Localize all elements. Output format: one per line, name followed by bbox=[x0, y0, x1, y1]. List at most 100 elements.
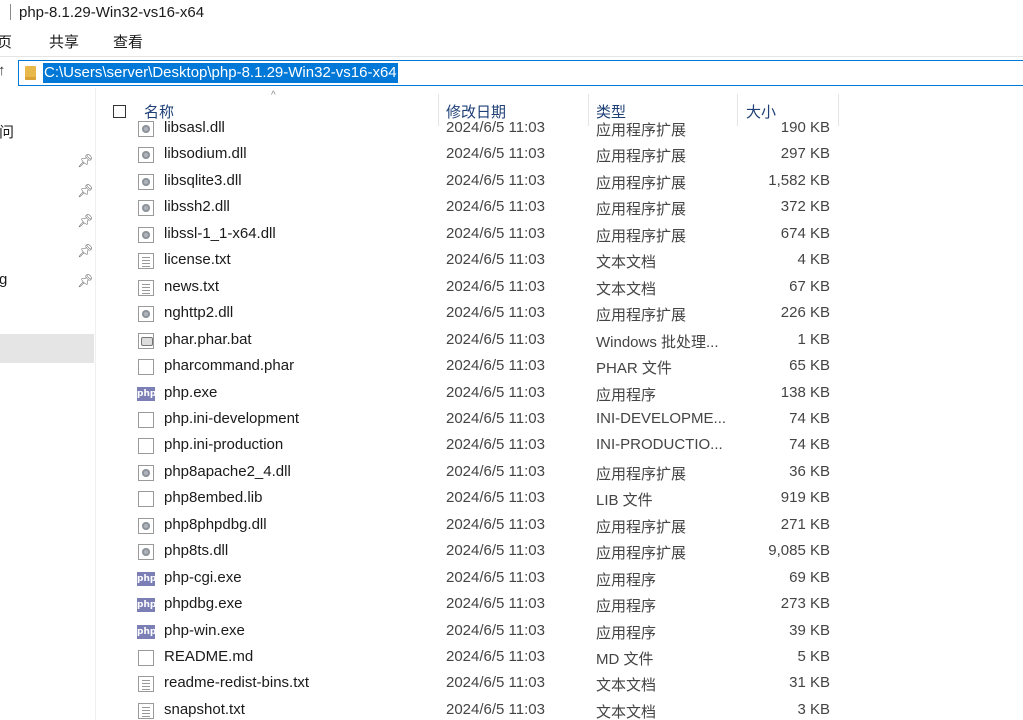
dll-file-icon bbox=[138, 121, 154, 137]
file-size: 3 KB bbox=[797, 700, 830, 718]
file-type: 文本文档 bbox=[596, 254, 657, 272]
file-row[interactable]: php php-win.exe 2024/6/5 11:03 应用程序 39 KB bbox=[96, 619, 1023, 645]
file-name: readme-redist-bins.txt bbox=[164, 674, 310, 692]
file-date: 2024/6/5 11:03 bbox=[446, 542, 545, 560]
file-name: php-cgi.exe bbox=[164, 568, 242, 586]
file-date: 2024/6/5 11:03 bbox=[446, 489, 545, 507]
file-row[interactable]: news.txt 2024/6/5 11:03 文本文档 67 KB bbox=[96, 275, 1023, 301]
file-type: 应用程序扩展 bbox=[596, 545, 687, 563]
file-row[interactable]: php8ts.dll 2024/6/5 11:03 应用程序扩展 9,085 KB bbox=[96, 539, 1023, 565]
title-separator bbox=[10, 4, 11, 20]
nav-item-label: 问 bbox=[0, 124, 15, 141]
nav-item-5[interactable]: g 📌︎ bbox=[0, 268, 94, 298]
file-date: 2024/6/5 11:03 bbox=[446, 700, 545, 718]
file-row[interactable]: license.txt 2024/6/5 11:03 文本文档 4 KB bbox=[96, 248, 1023, 274]
file-type: 应用程序扩展 bbox=[596, 122, 687, 139]
file-name: libsqlite3.dll bbox=[164, 171, 242, 189]
file-row[interactable]: php.ini-production 2024/6/5 11:03 INI-PROD… bbox=[96, 433, 1023, 459]
ribbon-divider bbox=[0, 56, 1023, 57]
file-name: news.txt bbox=[164, 277, 220, 295]
pin-icon: 📌︎ bbox=[77, 243, 94, 258]
file-name: libsodium.dll bbox=[164, 145, 247, 163]
file-type: 应用程序扩展 bbox=[596, 465, 687, 483]
nav-item-2[interactable]: 📌︎ bbox=[0, 178, 94, 208]
file-row[interactable]: libssl-1_1-x64.dll 2024/6/5 11:03 应用程序扩展 67… bbox=[96, 222, 1023, 248]
file-row[interactable]: libsasl.dll 2024/6/5 11:03 应用程序扩展 190 KB bbox=[96, 118, 1023, 142]
file-row[interactable]: libssh2.dll 2024/6/5 11:03 应用程序扩展 372 KB bbox=[96, 195, 1023, 221]
file-type: 应用程序扩展 bbox=[596, 518, 687, 536]
blank-file-icon bbox=[138, 491, 154, 508]
window-title: php-8.1.29-Win32-vs16-x64 bbox=[19, 3, 205, 21]
address-bar[interactable]: C:\Users\server\Desktop\php-8.1.29-Win32… bbox=[18, 60, 1023, 86]
tab-home[interactable]: 页 bbox=[0, 31, 15, 52]
up-arrow-icon[interactable]: ↑ bbox=[0, 62, 6, 79]
nav-item-0[interactable]: 问 bbox=[0, 118, 94, 148]
file-date: 2024/6/5 11:03 bbox=[446, 171, 545, 189]
file-row[interactable]: php php.exe 2024/6/5 11:03 应用程序 138 KB bbox=[96, 381, 1023, 407]
file-row[interactable]: libsqlite3.dll 2024/6/5 11:03 应用程序扩展 1,582 … bbox=[96, 169, 1023, 195]
nav-item-4[interactable]: 📌︎ bbox=[0, 238, 94, 268]
pin-icon: 📌︎ bbox=[77, 153, 94, 168]
file-row[interactable]: nghttp2.dll 2024/6/5 11:03 应用程序扩展 226 KB bbox=[96, 301, 1023, 327]
file-type: 文本文档 bbox=[596, 280, 657, 298]
file-size: 138 KB bbox=[780, 383, 830, 401]
file-date: 2024/6/5 11:03 bbox=[446, 251, 545, 269]
file-size: 4 KB bbox=[797, 251, 830, 269]
dll-file-icon bbox=[138, 306, 154, 323]
address-path[interactable]: C:\Users\server\Desktop\php-8.1.29-Win32… bbox=[43, 63, 398, 83]
file-size: 67 KB bbox=[789, 277, 830, 295]
file-type: MD 文件 bbox=[596, 651, 654, 668]
file-size: 372 KB bbox=[780, 198, 830, 216]
file-row[interactable]: snapshot.txt 2024/6/5 11:03 文本文档 3 KB bbox=[96, 698, 1023, 720]
file-size: 1 KB bbox=[797, 330, 830, 348]
file-row[interactable]: phar.phar.bat 2024/6/5 11:03 Windows 批处理..… bbox=[96, 328, 1023, 354]
file-date: 2024/6/5 11:03 bbox=[446, 357, 545, 375]
pin-icon: 📌︎ bbox=[77, 273, 94, 288]
tab-view[interactable]: 查看 bbox=[110, 31, 146, 52]
file-type: 应用程序 bbox=[596, 624, 657, 642]
nav-item-label: g bbox=[0, 271, 8, 288]
select-all-checkbox[interactable] bbox=[113, 105, 126, 118]
file-row[interactable]: README.md 2024/6/5 11:03 MD 文件 5 KB bbox=[96, 645, 1023, 671]
file-type: 文本文档 bbox=[596, 677, 657, 695]
php-exe-icon: php bbox=[137, 624, 157, 639]
file-name: libssl-1_1-x64.dll bbox=[164, 224, 276, 242]
file-row[interactable]: php8apache2_4.dll 2024/6/5 11:03 应用程序扩展 36 … bbox=[96, 460, 1023, 486]
file-row[interactable]: php phpdbg.exe 2024/6/5 11:03 应用程序 273 KB bbox=[96, 592, 1023, 618]
file-row[interactable]: readme-redist-bins.txt 2024/6/5 11:03 文本文档… bbox=[96, 671, 1023, 697]
nav-item-1[interactable]: 📌︎ bbox=[0, 148, 94, 178]
file-name: libssh2.dll bbox=[164, 198, 230, 216]
text-file-icon bbox=[138, 702, 154, 719]
nav-item-3[interactable]: 📌︎ bbox=[0, 208, 94, 238]
tab-share[interactable]: 共享 bbox=[46, 31, 82, 52]
file-date: 2024/6/5 11:03 bbox=[446, 595, 545, 613]
php-exe-icon: php bbox=[137, 571, 157, 586]
text-file-icon bbox=[138, 279, 154, 296]
php-exe-icon: php bbox=[137, 598, 157, 613]
file-row[interactable]: pharcommand.phar 2024/6/5 11:03 PHAR 文件 65 … bbox=[96, 354, 1023, 380]
file-size: 297 KB bbox=[780, 145, 830, 163]
file-type: PHAR 文件 bbox=[596, 360, 672, 378]
dll-file-icon bbox=[138, 464, 154, 481]
file-size: 9,085 KB bbox=[768, 542, 830, 560]
file-row[interactable]: php php-cgi.exe 2024/6/5 11:03 应用程序 69 KB bbox=[96, 566, 1023, 592]
file-type: 应用程序 bbox=[596, 571, 657, 589]
dll-file-icon bbox=[138, 200, 154, 217]
file-date: 2024/6/5 11:03 bbox=[446, 330, 545, 348]
file-type: INI-PRODUCTIO... bbox=[596, 436, 723, 454]
text-file-icon bbox=[138, 253, 154, 270]
blank-file-icon bbox=[138, 650, 154, 666]
dll-file-icon bbox=[138, 517, 154, 534]
file-type: 应用程序扩展 bbox=[596, 201, 687, 219]
file-size: 674 KB bbox=[780, 224, 830, 242]
file-date: 2024/6/5 11:03 bbox=[446, 383, 545, 401]
file-row[interactable]: php8embed.lib 2024/6/5 11:03 LIB 文件 919 KB bbox=[96, 486, 1023, 512]
dll-file-icon bbox=[138, 226, 154, 243]
file-row[interactable]: libsodium.dll 2024/6/5 11:03 应用程序扩展 297 KB bbox=[96, 142, 1023, 168]
file-name: php.ini-development bbox=[164, 409, 300, 427]
file-row[interactable]: php.ini-development 2024/6/5 11:03 INI-DEV… bbox=[96, 407, 1023, 433]
file-type: Windows 批处理... bbox=[596, 333, 719, 351]
nav-selected-item[interactable] bbox=[0, 334, 94, 363]
file-row[interactable]: php8phpdbg.dll 2024/6/5 11:03 应用程序扩展 271 KB bbox=[96, 513, 1023, 539]
file-size: 36 KB bbox=[789, 462, 830, 480]
